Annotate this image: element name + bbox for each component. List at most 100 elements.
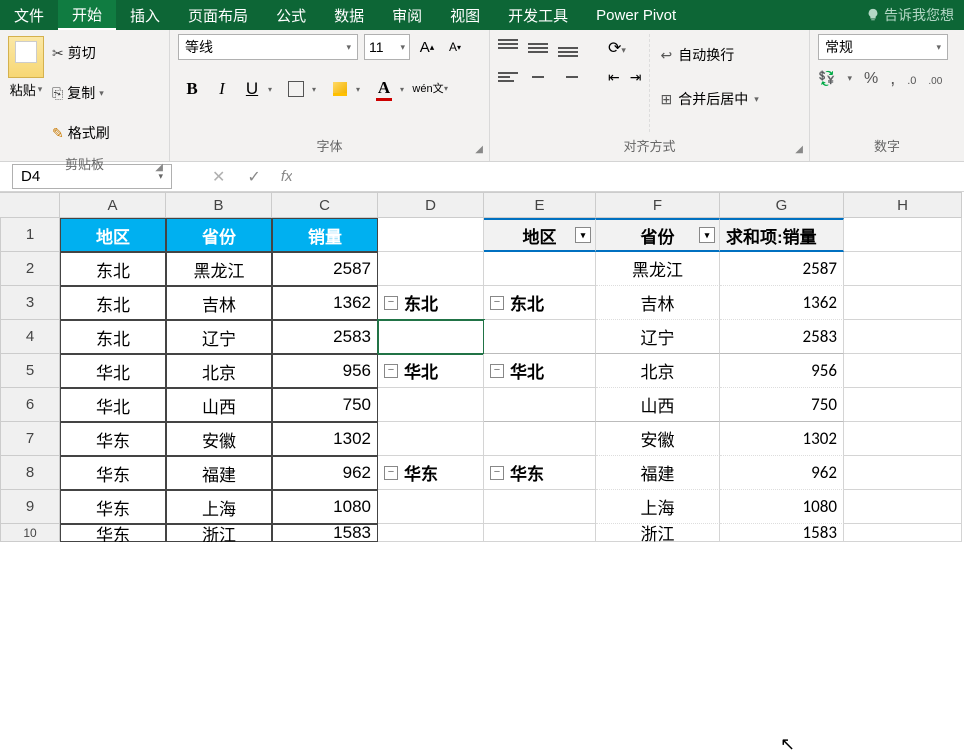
tab-formulas[interactable]: 公式: [262, 0, 320, 30]
cell[interactable]: 750: [720, 388, 844, 422]
cell[interactable]: [378, 320, 484, 354]
grow-font-button[interactable]: A▴: [416, 35, 438, 59]
align-left-button[interactable]: [498, 68, 518, 86]
tab-home[interactable]: 开始: [58, 0, 116, 30]
italic-button[interactable]: I: [208, 76, 236, 102]
cell[interactable]: [844, 218, 962, 252]
cell[interactable]: 华东: [60, 524, 166, 542]
font-color-button[interactable]: A: [370, 76, 398, 102]
cell[interactable]: 黑龙江: [596, 252, 720, 286]
align-right-button[interactable]: [558, 68, 578, 86]
cell[interactable]: 上海: [596, 490, 720, 524]
cell[interactable]: −华北: [484, 354, 596, 388]
tab-data[interactable]: 数据: [320, 0, 378, 30]
cell[interactable]: 上海: [166, 490, 272, 524]
tell-me-box[interactable]: 告诉我您想: [856, 0, 964, 30]
collapse-icon[interactable]: −: [490, 296, 504, 310]
filter-dropdown-icon[interactable]: ▾: [575, 227, 591, 243]
cell[interactable]: [844, 252, 962, 286]
cell[interactable]: [484, 490, 596, 524]
merge-center-button[interactable]: 合并后居中▾: [660, 82, 758, 116]
col-header-g[interactable]: G: [720, 192, 844, 218]
row-header[interactable]: 8: [0, 456, 60, 490]
cell[interactable]: [378, 422, 484, 456]
cell[interactable]: [378, 388, 484, 422]
cell[interactable]: 1302: [720, 422, 844, 456]
cell[interactable]: 销量: [272, 218, 378, 252]
copy-button[interactable]: 复制▾: [52, 76, 110, 110]
font-family-select[interactable]: 等线▾: [178, 34, 358, 60]
cell[interactable]: 福建: [596, 456, 720, 490]
cell[interactable]: [378, 252, 484, 286]
align-bottom-button[interactable]: [558, 39, 578, 57]
percent-format-button[interactable]: %: [864, 70, 878, 88]
col-header-f[interactable]: F: [596, 192, 720, 218]
comma-format-button[interactable]: ,: [890, 68, 895, 89]
tab-insert[interactable]: 插入: [116, 0, 174, 30]
font-dialog-icon[interactable]: ◢: [475, 144, 483, 155]
cell[interactable]: 1080: [272, 490, 378, 524]
col-header-b[interactable]: B: [166, 192, 272, 218]
cell[interactable]: −华东: [484, 456, 596, 490]
cell[interactable]: 省份: [166, 218, 272, 252]
accounting-format-button[interactable]: [818, 70, 835, 87]
cell[interactable]: [844, 320, 962, 354]
cell[interactable]: [844, 286, 962, 320]
cell[interactable]: −东北: [484, 286, 596, 320]
cell[interactable]: 2587: [272, 252, 378, 286]
col-header-e[interactable]: E: [484, 192, 596, 218]
decrease-decimal-button[interactable]: [928, 71, 942, 87]
tab-file[interactable]: 文件: [0, 0, 58, 30]
col-header-c[interactable]: C: [272, 192, 378, 218]
cell[interactable]: 吉林: [166, 286, 272, 320]
clipboard-dialog-icon[interactable]: ◢: [155, 162, 163, 173]
cell[interactable]: 安徽: [596, 422, 720, 456]
cell[interactable]: 1362: [272, 286, 378, 320]
cell[interactable]: [378, 490, 484, 524]
cell[interactable]: 2587: [720, 252, 844, 286]
row-header[interactable]: 6: [0, 388, 60, 422]
cut-button[interactable]: 剪切: [52, 36, 110, 70]
cell[interactable]: [484, 422, 596, 456]
cell[interactable]: 华北: [60, 354, 166, 388]
cell[interactable]: [484, 524, 596, 542]
paste-button[interactable]: 粘贴▾: [10, 80, 43, 99]
row-header[interactable]: 9: [0, 490, 60, 524]
tab-review[interactable]: 审阅: [378, 0, 436, 30]
cell[interactable]: [484, 252, 596, 286]
cell[interactable]: 辽宁: [166, 320, 272, 354]
cell[interactable]: 吉林: [596, 286, 720, 320]
cell[interactable]: 1583: [272, 524, 378, 542]
cell[interactable]: −华北: [378, 354, 484, 388]
cell[interactable]: 求和项:销量: [720, 218, 844, 252]
collapse-icon[interactable]: −: [384, 466, 398, 480]
row-header[interactable]: 7: [0, 422, 60, 456]
fill-color-button[interactable]: [326, 76, 354, 102]
cell[interactable]: 东北: [60, 286, 166, 320]
format-painter-button[interactable]: 格式刷: [52, 116, 110, 150]
align-center-button[interactable]: [528, 68, 548, 86]
number-format-select[interactable]: 常规▾: [818, 34, 948, 60]
cell[interactable]: [844, 490, 962, 524]
cell[interactable]: 山西: [166, 388, 272, 422]
cell[interactable]: [484, 388, 596, 422]
wrap-text-button[interactable]: 自动换行: [660, 38, 758, 72]
cell[interactable]: 东北: [60, 320, 166, 354]
decrease-indent-button[interactable]: ⇤: [608, 69, 620, 86]
enter-formula-button[interactable]: ✓: [247, 167, 260, 187]
collapse-icon[interactable]: −: [490, 364, 504, 378]
cell[interactable]: [378, 218, 484, 252]
tab-view[interactable]: 视图: [436, 0, 494, 30]
cell[interactable]: 地区: [60, 218, 166, 252]
col-header-d[interactable]: D: [378, 192, 484, 218]
border-button[interactable]: [282, 76, 310, 102]
cell[interactable]: −东北: [378, 286, 484, 320]
cell[interactable]: 北京: [596, 354, 720, 388]
row-header[interactable]: 4: [0, 320, 60, 354]
collapse-icon[interactable]: −: [490, 466, 504, 480]
cell[interactable]: −华东: [378, 456, 484, 490]
cell[interactable]: 956: [720, 354, 844, 388]
row-header[interactable]: 10: [0, 524, 60, 542]
cancel-formula-button[interactable]: ✕: [212, 167, 225, 187]
collapse-icon[interactable]: −: [384, 364, 398, 378]
